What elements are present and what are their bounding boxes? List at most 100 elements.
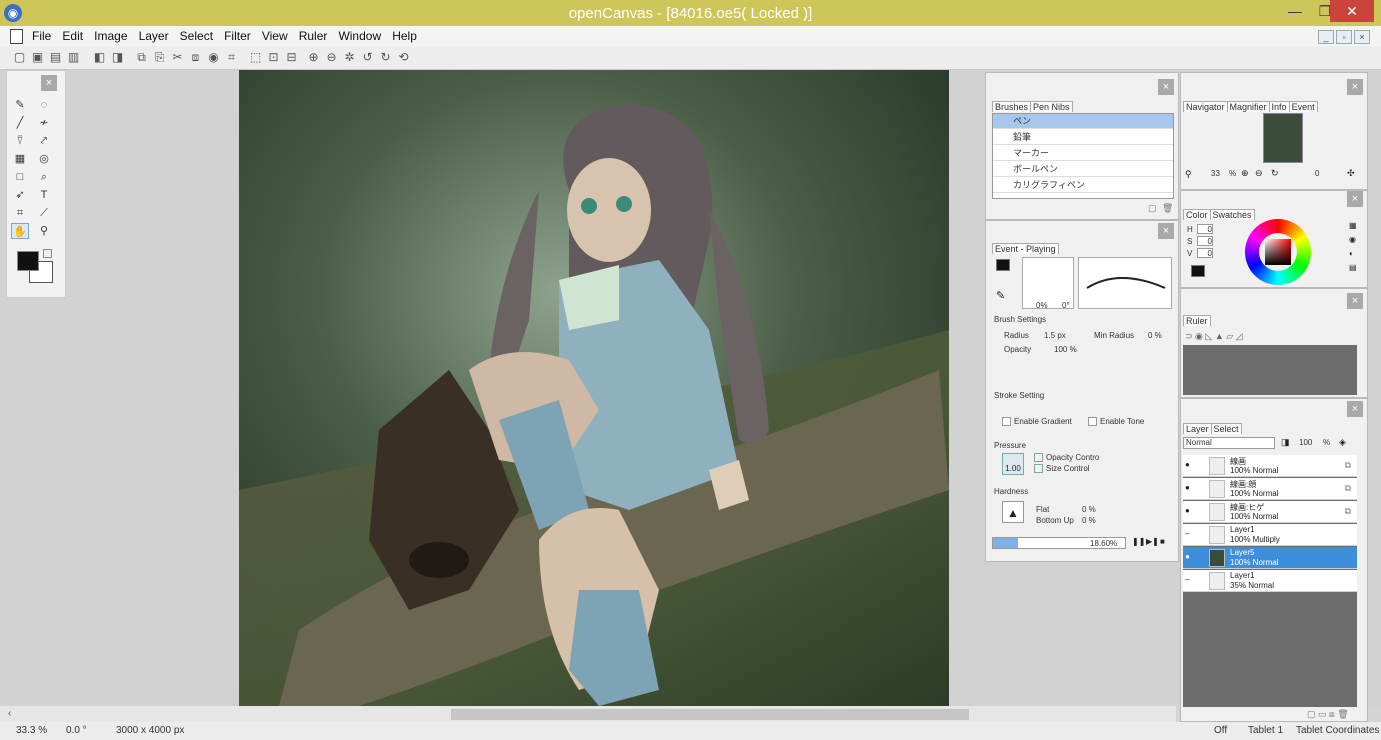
- drawing-canvas[interactable]: [239, 70, 949, 706]
- tab-magnifier[interactable]: Magnifier: [1226, 101, 1270, 112]
- sliders-icon[interactable]: ▤: [1349, 263, 1357, 272]
- tab-layer[interactable]: Layer: [1183, 423, 1212, 434]
- blend-mode-select[interactable]: Normal: [1183, 437, 1275, 449]
- crop-tool-icon[interactable]: ⌗: [11, 205, 29, 221]
- menu-edit[interactable]: Edit: [58, 26, 87, 46]
- save-icon[interactable]: ▤: [48, 50, 63, 65]
- zoom-out-icon[interactable]: ⊖: [1255, 168, 1263, 179]
- transform-icon[interactable]: ⌗: [224, 50, 239, 65]
- ruler-tools-icon[interactable]: ⊃ ◉ ◺ ▲ ▱ ◿: [1185, 331, 1243, 342]
- brush-item[interactable]: 鉛筆: [993, 130, 1173, 145]
- deselect-icon[interactable]: ⊡: [266, 50, 281, 65]
- eye-icon[interactable]: ●: [1185, 483, 1195, 495]
- mdi-close-button[interactable]: ×: [1354, 30, 1370, 44]
- opacity-control-checkbox[interactable]: [1034, 453, 1043, 462]
- menu-file[interactable]: File: [28, 26, 55, 46]
- rotate-left-icon[interactable]: ↺: [360, 50, 375, 65]
- color-wheel[interactable]: [1245, 219, 1311, 285]
- tab-brushes[interactable]: Brushes: [992, 101, 1032, 112]
- eye-icon[interactable]: ●: [1185, 506, 1195, 518]
- tab-ruler[interactable]: Ruler: [1183, 315, 1211, 326]
- stop-icon[interactable]: ■: [1160, 537, 1165, 546]
- eye-icon[interactable]: ●: [1185, 552, 1195, 564]
- menu-image[interactable]: Image: [90, 26, 131, 46]
- rotate-reset-icon[interactable]: ⟲: [396, 50, 411, 65]
- layer-lock-icon[interactable]: ⧉: [1345, 506, 1351, 517]
- tab-info[interactable]: Info: [1268, 101, 1290, 112]
- hardness-triangle-icon[interactable]: ▲: [1002, 501, 1024, 523]
- text-tool-icon[interactable]: T: [35, 187, 53, 203]
- color-close-icon[interactable]: ×: [1347, 191, 1363, 207]
- tab-event-playing[interactable]: Event - Playing: [992, 243, 1059, 254]
- layer-row[interactable]: – Layer1 35% Normal: [1183, 570, 1357, 592]
- tab-pen-nibs[interactable]: Pen Nibs: [1030, 101, 1073, 112]
- fill-tool-icon[interactable]: ⍢: [11, 133, 29, 149]
- ruler-close-icon[interactable]: ×: [1347, 293, 1363, 309]
- copy-icon[interactable]: ⧈: [188, 50, 203, 65]
- zoom-tool-icon[interactable]: ⚲: [35, 223, 53, 239]
- mdi-minimize-button[interactable]: _: [1318, 30, 1334, 44]
- next-icon[interactable]: ◨: [110, 50, 125, 65]
- mixer-icon[interactable]: ◐: [1349, 249, 1354, 258]
- curve-tool-icon[interactable]: ≁: [35, 115, 53, 131]
- close-button[interactable]: ✕: [1330, 0, 1374, 22]
- eye-icon[interactable]: ●: [1185, 460, 1195, 472]
- app-icon[interactable]: ◉: [4, 4, 22, 22]
- merge-icon[interactable]: ◉: [206, 50, 221, 65]
- eye-icon[interactable]: –: [1185, 575, 1195, 587]
- paste-icon[interactable]: ⎘: [152, 50, 167, 65]
- save-as-icon[interactable]: ▥: [66, 50, 81, 65]
- s-input[interactable]: 0: [1197, 236, 1213, 246]
- tab-event[interactable]: Event: [1288, 101, 1318, 112]
- tab-swatches[interactable]: Swatches: [1209, 209, 1255, 220]
- pause-icon[interactable]: ❚❚: [1132, 537, 1145, 546]
- foreground-color-swatch[interactable]: [17, 251, 39, 271]
- minimize-button[interactable]: —: [1280, 0, 1310, 22]
- new-layer-icon[interactable]: ▢ ▭ ⧈ 🗑: [1307, 709, 1349, 720]
- brush-item[interactable]: ペン: [993, 114, 1173, 129]
- new-file-icon[interactable]: ▢: [12, 50, 27, 65]
- menu-view[interactable]: View: [258, 26, 292, 46]
- menu-window[interactable]: Window: [334, 26, 385, 46]
- brush-delete-icon[interactable]: 🗑: [1162, 203, 1173, 214]
- layer-row[interactable]: ● 線画 100% Normal ⧉: [1183, 455, 1357, 477]
- zoom-in-icon[interactable]: ⊕: [306, 50, 321, 65]
- nav-rotation-value[interactable]: 0: [1315, 169, 1319, 178]
- layer-close-icon[interactable]: ×: [1347, 401, 1363, 417]
- move-tool-icon[interactable]: ➶: [11, 187, 29, 203]
- cut-icon[interactable]: ✂: [170, 50, 185, 65]
- eyedropper-tool-icon[interactable]: ⤤: [35, 133, 53, 149]
- navigator-close-icon[interactable]: ×: [1347, 79, 1363, 95]
- tab-navigator[interactable]: Navigator: [1183, 101, 1228, 112]
- menu-filter[interactable]: Filter: [220, 26, 255, 46]
- zoom-out-icon[interactable]: ⊖: [324, 50, 339, 65]
- copy-layer-icon[interactable]: ⧉: [134, 50, 149, 65]
- open-icon[interactable]: ▣: [30, 50, 45, 65]
- menu-ruler[interactable]: Ruler: [295, 26, 332, 46]
- select-icon[interactable]: ⬚: [248, 50, 263, 65]
- mdi-restore-button[interactable]: ▫: [1336, 30, 1352, 44]
- size-control-checkbox[interactable]: [1034, 464, 1043, 473]
- fit-icon[interactable]: ✲: [342, 50, 357, 65]
- eraser-tool-icon[interactable]: ◌: [35, 97, 53, 113]
- layer-row[interactable]: ● 線画:ヒゲ 100% Normal ⧉: [1183, 501, 1357, 523]
- enable-tone-checkbox[interactable]: [1088, 417, 1097, 426]
- eye-icon[interactable]: –: [1185, 529, 1195, 541]
- crop-icon[interactable]: ⊟: [284, 50, 299, 65]
- menu-layer[interactable]: Layer: [135, 26, 173, 46]
- color-mode-icon[interactable]: ▦: [1349, 221, 1357, 230]
- layer-row[interactable]: ● 線画:顔 100% Normal ⧉: [1183, 478, 1357, 500]
- brush-item[interactable]: ボールペン: [993, 162, 1173, 177]
- menu-select[interactable]: Select: [176, 26, 217, 46]
- hand-tool-icon[interactable]: ✋: [11, 223, 29, 239]
- pen-tool-icon[interactable]: ✎: [11, 97, 29, 113]
- v-input[interactable]: 0: [1197, 248, 1213, 258]
- layer-lock-icon[interactable]: ◈: [1339, 437, 1346, 448]
- layer-opacity-value[interactable]: 100: [1299, 438, 1312, 447]
- step-icon[interactable]: ▶❚: [1146, 537, 1159, 546]
- layer-row[interactable]: ● Layer5 100% Normal: [1183, 547, 1357, 569]
- navigator-thumbnail[interactable]: [1263, 113, 1303, 163]
- current-color-swatch[interactable]: [1191, 265, 1205, 277]
- enable-gradient-checkbox[interactable]: [1002, 417, 1011, 426]
- rotate-icon[interactable]: ↻: [1271, 168, 1279, 179]
